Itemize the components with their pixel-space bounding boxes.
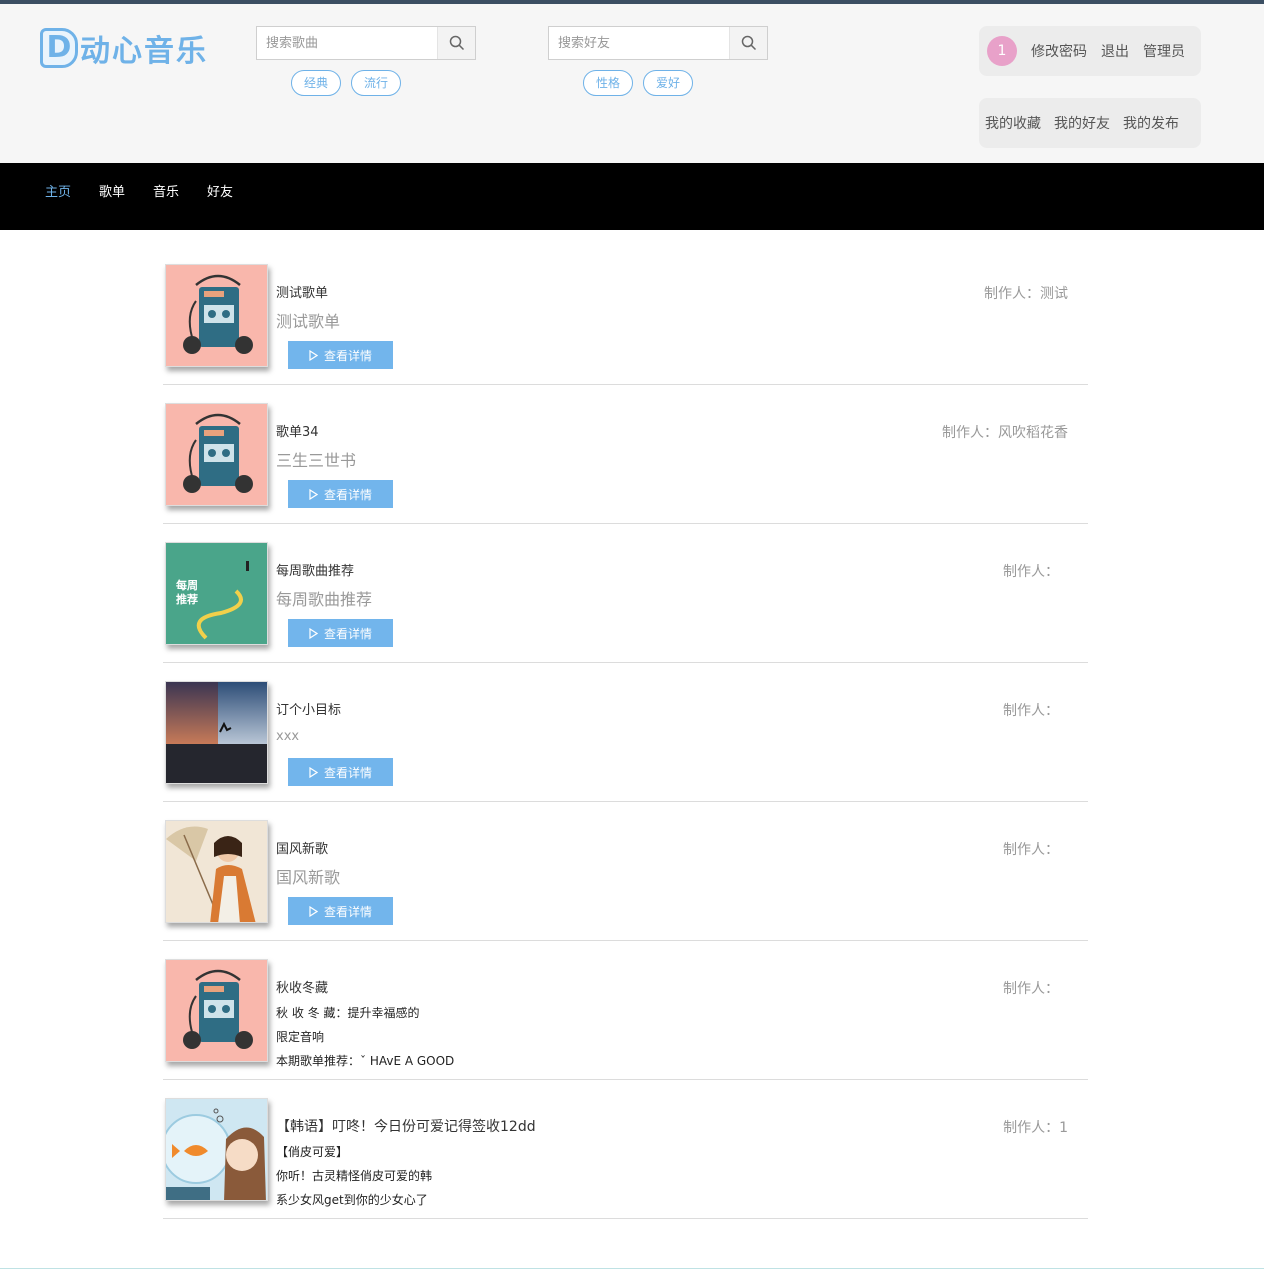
- nav-home[interactable]: 主页: [45, 181, 71, 200]
- friend-search-button[interactable]: [729, 27, 767, 59]
- nav-playlists[interactable]: 歌单: [99, 181, 125, 200]
- play-icon: [309, 905, 318, 917]
- cassette-player-image: [166, 265, 267, 366]
- cover-text: 每周: [176, 578, 198, 592]
- playlist-title[interactable]: 秋收冬藏: [276, 977, 328, 996]
- playlist-subtitle: 国风新歌: [276, 868, 341, 887]
- description-line: 本期歌单推荐：ˇ HAvE A GOOD: [276, 1054, 455, 1068]
- my-posts-link[interactable]: 我的发布: [1123, 113, 1179, 133]
- tag-hobby[interactable]: 爱好: [643, 70, 693, 96]
- playlist-maker: 制作人：测试: [984, 286, 1068, 302]
- playlist-title[interactable]: 【韩语】叮咚！今日份可爱记得签收12dd: [276, 1116, 536, 1136]
- playlist-title[interactable]: 每周歌曲推荐: [276, 560, 354, 579]
- playlist-maker: 制作人：: [1003, 564, 1059, 580]
- header: D 动心音乐 经典 流行 性格 爱好 1 修改密码 退出 管理员 我的收藏 我的…: [0, 4, 1264, 163]
- footer-divider: [0, 1268, 1264, 1269]
- list-item: 秋收冬藏 秋 收 冬 藏：提升幸福感的 限定音响 本期歌单推荐：ˇ HAvE A…: [163, 941, 1088, 1080]
- nav-music[interactable]: 音乐: [153, 181, 179, 200]
- playlist-maker: 制作人：风吹稻花香: [942, 425, 1068, 441]
- logo-letter: D: [40, 28, 78, 68]
- view-details-button[interactable]: 查看详情: [288, 480, 393, 508]
- song-search-input[interactable]: [257, 27, 437, 59]
- playlist-cover[interactable]: [165, 264, 268, 367]
- playlist-maker: 制作人：: [1003, 842, 1059, 858]
- list-item: 国风新歌 国风新歌 查看详情 制作人：: [163, 802, 1088, 941]
- my-favorites-link[interactable]: 我的收藏: [985, 113, 1041, 133]
- view-details-label: 查看详情: [323, 765, 372, 780]
- nav-friends[interactable]: 好友: [207, 181, 233, 200]
- tag-personality[interactable]: 性格: [583, 70, 633, 96]
- playlist-cover[interactable]: [165, 403, 268, 506]
- notification-badge[interactable]: 1: [987, 36, 1017, 66]
- play-icon: [309, 766, 318, 778]
- song-search-button[interactable]: [437, 27, 475, 59]
- playlist-cover[interactable]: 每周 推荐: [165, 542, 268, 645]
- search-icon: [741, 35, 756, 51]
- view-details-label: 查看详情: [323, 904, 372, 919]
- view-details-button[interactable]: 查看详情: [288, 619, 393, 647]
- username-link[interactable]: 管理员: [1143, 41, 1185, 61]
- view-details-button[interactable]: 查看详情: [288, 758, 393, 786]
- list-item: 歌单34 三生三世书 查看详情 制作人：风吹稻花香: [163, 385, 1088, 524]
- list-item: 订个小目标 xxx 查看详情 制作人：: [163, 663, 1088, 802]
- svg-text:推荐: 推荐: [176, 592, 198, 606]
- play-icon: [309, 488, 318, 500]
- playlist-description: 秋 收 冬 藏：提升幸福感的 限定音响 本期歌单推荐：ˇ HAvE A GOOD: [276, 1001, 454, 1073]
- playlist-subtitle: 三生三世书: [276, 451, 357, 470]
- list-item: 每周 推荐 每周歌曲推荐 每周歌曲推荐 查看详情 制作人：: [163, 524, 1088, 663]
- playlist-title[interactable]: 歌单34: [276, 421, 319, 440]
- tag-classic[interactable]: 经典: [291, 70, 341, 96]
- playlist-subtitle: 每周歌曲推荐: [276, 590, 373, 609]
- logo-name: 动心音乐: [80, 34, 208, 69]
- goldfish-girl-image: [166, 1099, 267, 1200]
- view-details-label: 查看详情: [323, 348, 372, 363]
- playlist-cover[interactable]: [165, 1098, 268, 1201]
- list-item: 【韩语】叮咚！今日份可爱记得签收12dd 【俏皮可爱】 你听！古灵精怪俏皮可爱的…: [163, 1080, 1088, 1219]
- description-line: 你听！古灵精怪俏皮可爱的韩: [276, 1169, 433, 1183]
- view-details-button[interactable]: 查看详情: [288, 341, 393, 369]
- description-line: 限定音响: [276, 1030, 325, 1044]
- change-password-link[interactable]: 修改密码: [1031, 41, 1087, 61]
- playlist-description: 【俏皮可爱】 你听！古灵精怪俏皮可爱的韩 系少女风get到你的少女心了: [276, 1140, 432, 1212]
- playlist-title[interactable]: 测试歌单: [276, 282, 328, 301]
- cassette-player-image: [166, 404, 267, 505]
- friend-tags: 性格 爱好: [583, 70, 693, 96]
- list-item: 测试歌单 测试歌单 查看详情 制作人：测试: [163, 246, 1088, 385]
- guofeng-girl-image: [166, 821, 267, 922]
- playlist-cover[interactable]: [165, 820, 268, 923]
- description-line: 秋 收 冬 藏：提升幸福感的: [276, 1006, 420, 1020]
- playlist-cover[interactable]: [165, 681, 268, 784]
- weekly-recommend-image: 每周 推荐: [166, 543, 267, 644]
- play-icon: [309, 627, 318, 639]
- friend-search-box: [548, 26, 768, 60]
- playlist-title[interactable]: 国风新歌: [276, 838, 328, 857]
- user-menu: 1 修改密码 退出 管理员: [979, 26, 1201, 76]
- user-shortcuts: 我的收藏 我的好友 我的发布: [979, 98, 1201, 148]
- playlist-cover[interactable]: [165, 959, 268, 1062]
- playlist-subtitle: xxx: [276, 729, 300, 744]
- playlist-maker: 制作人：: [1003, 703, 1059, 719]
- playlist-maker: 制作人：1: [1003, 1120, 1068, 1136]
- view-details-button[interactable]: 查看详情: [288, 897, 393, 925]
- friend-search-input[interactable]: [549, 27, 729, 59]
- main-nav: 主页 歌单 音乐 好友: [0, 163, 1264, 230]
- view-details-label: 查看详情: [323, 626, 372, 641]
- tag-pop[interactable]: 流行: [351, 70, 401, 96]
- view-details-label: 查看详情: [323, 487, 372, 502]
- play-icon: [309, 349, 318, 361]
- description-line: 【俏皮可爱】: [276, 1145, 349, 1159]
- logout-link[interactable]: 退出: [1101, 41, 1129, 61]
- playlist-subtitle: 测试歌单: [276, 312, 341, 331]
- sunset-runner-image: [166, 682, 267, 783]
- logo[interactable]: D 动心音乐: [40, 26, 208, 70]
- playlist-title[interactable]: 订个小目标: [276, 699, 341, 718]
- song-tags: 经典 流行: [291, 70, 401, 96]
- cassette-player-image: [166, 960, 267, 1061]
- search-icon: [449, 35, 464, 51]
- my-friends-link[interactable]: 我的好友: [1054, 113, 1110, 133]
- song-search-box: [256, 26, 476, 60]
- playlist-maker: 制作人：: [1003, 981, 1059, 997]
- playlist-list: 测试歌单 测试歌单 查看详情 制作人：测试 歌单34 三生三世书 查看详情 制作…: [163, 246, 1088, 1219]
- description-line: 系少女风get到你的少女心了: [276, 1193, 428, 1207]
